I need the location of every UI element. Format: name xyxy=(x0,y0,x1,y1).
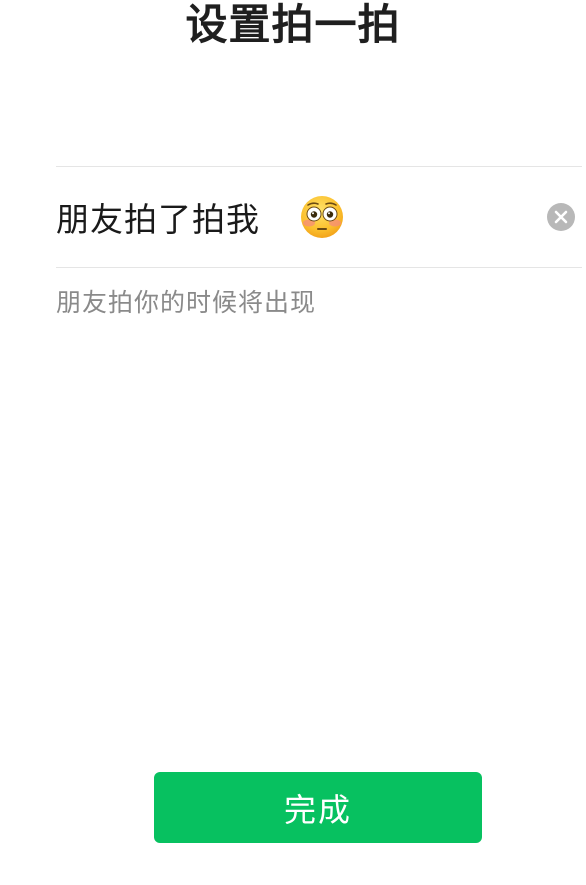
input-bottom-divider xyxy=(56,267,582,268)
pat-text-value[interactable]: 朋友拍了拍我 xyxy=(56,193,260,241)
page-title: 设置拍一拍 xyxy=(185,0,401,49)
flushed-face-icon xyxy=(301,196,343,238)
done-button[interactable]: 完成 xyxy=(154,772,482,843)
hint-text: 朋友拍你的时候将出现 xyxy=(56,288,317,317)
pat-text-field[interactable]: 朋友拍了拍我 xyxy=(56,167,576,267)
clear-circle-icon[interactable] xyxy=(546,202,576,232)
